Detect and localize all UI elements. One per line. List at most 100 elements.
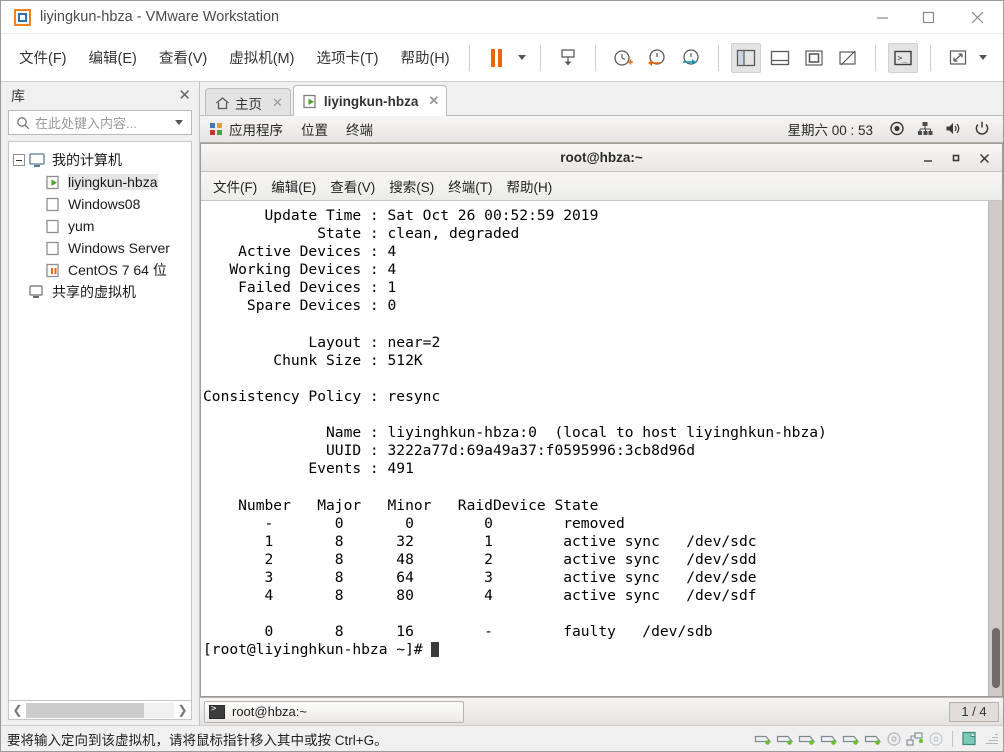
terminal-menu-help[interactable]: 帮助(H) (500, 173, 560, 199)
chevron-right-icon[interactable]: ❯ (174, 702, 191, 719)
terminal-maximize-button[interactable] (942, 144, 970, 172)
network-wired-icon[interactable] (917, 121, 933, 137)
stretch-dropdown[interactable] (975, 44, 991, 72)
workspace-switcher[interactable]: 1 / 4 (949, 701, 999, 722)
show-thumbnail-bar-button[interactable] (765, 43, 795, 73)
gnome-applications-menu[interactable]: 应用程序 (200, 119, 292, 139)
floppy-icon[interactable] (928, 731, 944, 746)
keyboard-send-icon (560, 48, 575, 65)
terminal-menu-view[interactable]: 查看(V) (323, 173, 382, 199)
tab-home[interactable]: 主页 ✕ (205, 88, 291, 116)
terminal-scrollbar[interactable] (988, 201, 1002, 696)
maximize-button[interactable] (905, 1, 951, 34)
close-button[interactable] (951, 1, 1003, 34)
resize-grip[interactable] (984, 732, 998, 746)
terminal-minimize-button[interactable] (914, 144, 942, 172)
terminal-cursor (431, 642, 440, 658)
close-icon[interactable]: ✕ (428, 93, 439, 109)
unity-mode-button[interactable] (833, 43, 863, 73)
terminal-close-button[interactable] (970, 144, 998, 172)
chevron-down-icon (517, 55, 526, 60)
suspend-button[interactable] (482, 43, 512, 73)
taskbar-item-label: root@hbza:~ (232, 704, 307, 719)
menu-edit[interactable]: 编辑(E) (80, 43, 146, 72)
show-library-button[interactable] (730, 42, 761, 73)
sidebar-item-windows08[interactable]: Windows08 (9, 193, 191, 215)
terminal-screen[interactable]: Update Time : Sat Oct 26 00:52:59 2019 S… (201, 201, 988, 696)
library-panel: 库 ✕ 在此处键入内容... 我的计算机 liyingkun-hbza Wind… (1, 82, 200, 725)
sidebar-item-yum[interactable]: yum (9, 215, 191, 237)
network-adapter-icon[interactable] (906, 731, 924, 746)
menu-vm[interactable]: 虚拟机(M) (220, 43, 303, 72)
snapshot-revert-button[interactable] (642, 43, 672, 73)
taskbar-item-terminal[interactable]: root@hbza:~ (204, 700, 464, 723)
sidebar-item-shared-vms[interactable]: 共享的虚拟机 (9, 281, 191, 303)
send-ctrl-alt-del-button[interactable] (553, 43, 583, 73)
terminal-menu-search[interactable]: 搜索(S) (382, 173, 441, 199)
hard-disk-icon[interactable] (754, 732, 772, 746)
power-dropdown[interactable] (514, 44, 530, 72)
close-icon[interactable]: ✕ (272, 95, 283, 111)
terminal-titlebar[interactable]: root@hbza:~ (201, 144, 1002, 172)
gnome-terminal-menu[interactable]: 终端 (337, 119, 382, 139)
sidebar-item-liyingkun-hbza[interactable]: liyingkun-hbza (9, 171, 191, 193)
gnome-places-menu[interactable]: 位置 (292, 119, 337, 139)
snapshot-clock-plus-icon (613, 49, 633, 66)
hard-disk-5-icon[interactable] (842, 732, 860, 746)
stretch-guest-button[interactable] (943, 43, 973, 73)
hard-disk-4-icon[interactable] (820, 732, 838, 746)
speaker-icon[interactable] (945, 121, 962, 137)
guest-taskbar: root@hbza:~ 1 / 4 (200, 697, 1003, 725)
snapshot-take-button[interactable] (608, 43, 638, 73)
close-icon[interactable]: ✕ (178, 88, 191, 103)
scrollbar-track[interactable] (26, 702, 174, 718)
vm-running-icon (46, 175, 59, 189)
window-titlebar: liyingkun-hbza - VMware Workstation (1, 1, 1003, 34)
applications-icon (210, 123, 222, 135)
record-dot-icon[interactable] (889, 121, 905, 137)
vm-off-icon (46, 219, 59, 233)
scrollbar-thumb[interactable] (26, 702, 144, 718)
terminal-menu-file[interactable]: 文件(F) (206, 173, 264, 199)
vmware-workstation-window: liyingkun-hbza - VMware Workstation 文件(F… (0, 0, 1004, 752)
tree-collapse-toggle[interactable] (13, 154, 25, 166)
sidebar-item-windows-server[interactable]: Windows Server (9, 237, 191, 259)
cd-dvd-icon[interactable] (886, 731, 902, 746)
hard-disk-2-icon[interactable] (776, 732, 794, 746)
terminal-menu-terminal[interactable]: 终端(T) (441, 173, 499, 199)
library-search-input[interactable]: 在此处键入内容... (8, 110, 192, 135)
power-icon[interactable] (974, 121, 990, 137)
guest-desktop: root@hbza:~ 文件(F) 编辑(E) 查看(V) 搜索(S) 终端(T… (200, 143, 1003, 725)
vm-suspended-icon (46, 263, 59, 277)
scrollbar-thumb[interactable] (992, 628, 1000, 688)
snapshot-clock-manage-icon (682, 48, 699, 65)
menu-view[interactable]: 查看(V) (150, 43, 216, 72)
terminal-icon: >_ (893, 50, 912, 65)
minimize-button[interactable] (859, 1, 905, 34)
toolbar-divider-3 (594, 44, 596, 71)
gnome-menu-label: 应用程序 (229, 123, 283, 138)
chevron-left-icon[interactable]: ❮ (9, 702, 26, 719)
terminal-menu-edit[interactable]: 编辑(E) (264, 173, 323, 199)
menu-help[interactable]: 帮助(H) (391, 43, 458, 72)
tab-liyingkun-hbza[interactable]: liyingkun-hbza ✕ (292, 85, 448, 116)
sidebar-item-my-computer[interactable]: 我的计算机 (9, 149, 191, 171)
menu-tabs[interactable]: 选项卡(T) (307, 43, 387, 72)
library-search-dropdown[interactable] (171, 109, 187, 137)
hard-disk-3-icon[interactable] (798, 732, 816, 746)
library-horizontal-scrollbar[interactable]: ❮ ❯ (8, 701, 192, 720)
console-view-button[interactable]: >_ (887, 42, 918, 73)
menu-file[interactable]: 文件(F) (10, 43, 76, 72)
pause-icon (491, 48, 503, 67)
full-screen-button[interactable] (799, 43, 829, 73)
main-area: 主页 ✕ liyingkun-hbza ✕ 应用程序 位置 终端 星期六 00 … (200, 82, 1003, 725)
hard-disk-6-icon[interactable] (864, 732, 882, 746)
usb-icon[interactable] (961, 731, 977, 746)
sidebar-item-centos-7-64[interactable]: CentOS 7 64 位 (9, 259, 191, 281)
guest-clock[interactable]: 星期六 00 : 53 (787, 119, 873, 139)
device-status-icons (752, 730, 1000, 747)
statusbar: 要将输入定向到该虚拟机，请将鼠标指针移入其中或按 Ctrl+G。 (1, 725, 1003, 751)
statusbar-divider (952, 730, 953, 747)
snapshot-manager-button[interactable] (676, 43, 706, 73)
terminal-output: Update Time : Sat Oct 26 00:52:59 2019 S… (203, 207, 827, 641)
